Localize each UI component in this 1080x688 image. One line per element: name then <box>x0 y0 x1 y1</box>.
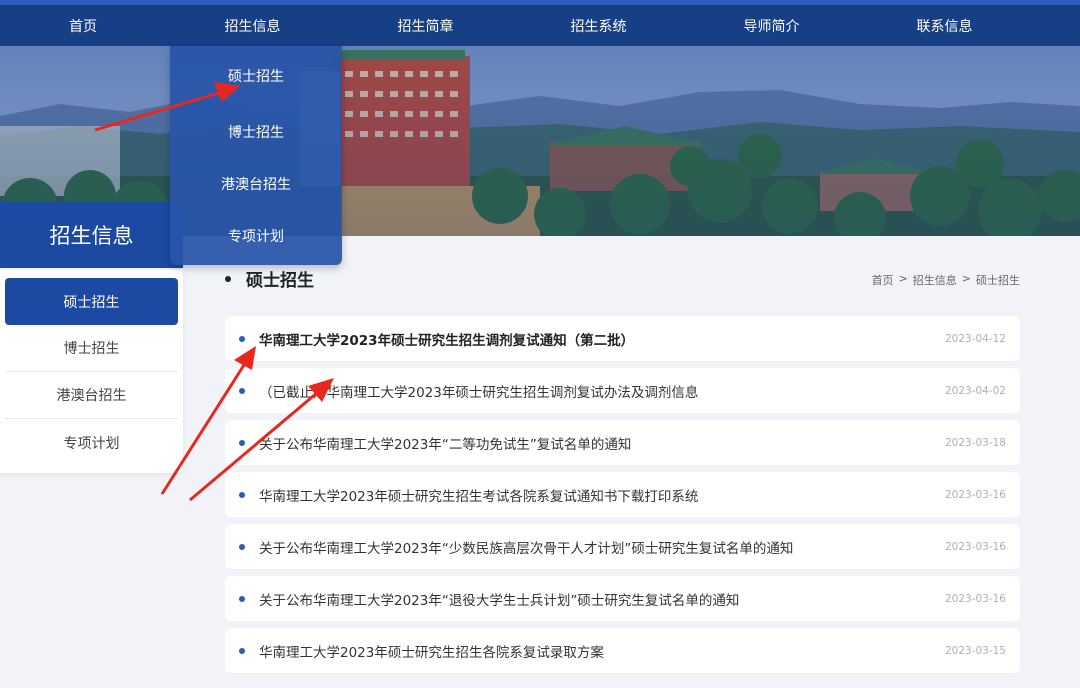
news-item[interactable]: 关于公布华南理工大学2023年“退役大学生士兵计划”硕士研究生复试名单的通知 2… <box>225 576 1020 621</box>
admission-info-dropdown: 硕士招生 博士招生 港澳台招生 专项计划 <box>170 46 342 265</box>
news-title[interactable]: 华南理工大学2023年硕士研究生招生各院系复试录取方案 <box>259 641 945 661</box>
news-item[interactable]: （已截止）华南理工大学2023年硕士研究生招生调剂复试办法及调剂信息 2023-… <box>225 368 1020 413</box>
news-title[interactable]: 华南理工大学2023年硕士研究生招生考试各院系复试通知书下载打印系统 <box>259 485 945 505</box>
news-date: 2023-03-16 <box>944 488 1006 501</box>
sidebar-item-special-program[interactable]: 专项计划 <box>5 419 178 466</box>
news-item[interactable]: 华南理工大学2023年硕士研究生招生调剂复试通知（第二批） 2023-04-12 <box>225 316 1020 361</box>
nav-admission-info[interactable]: 招生信息 <box>166 5 339 46</box>
breadcrumb-current: 硕士招生 <box>976 274 1020 287</box>
news-title[interactable]: 关于公布华南理工大学2023年“少数民族高层次骨干人才计划”硕士研究生复试名单的… <box>259 537 945 557</box>
breadcrumb-separator: > <box>898 272 908 285</box>
bullet-icon <box>239 335 245 342</box>
section-title-text: 硕士招生 <box>246 271 314 291</box>
bullet-icon <box>239 439 245 446</box>
breadcrumb-home[interactable]: 首页 <box>872 272 894 288</box>
sidebar-menu: 硕士招生 博士招生 港澳台招生 专项计划 <box>0 270 183 473</box>
news-list: 华南理工大学2023年硕士研究生招生调剂复试通知（第二批） 2023-04-12… <box>225 316 1020 680</box>
breadcrumb-separator: > <box>961 272 971 285</box>
news-item[interactable]: 关于公布华南理工大学2023年“二等功免试生”复试名单的通知 2023-03-1… <box>225 420 1020 465</box>
news-date: 2023-04-02 <box>944 384 1006 397</box>
news-title[interactable]: （已截止）华南理工大学2023年硕士研究生招生调剂复试办法及调剂信息 <box>259 381 945 401</box>
news-title[interactable]: 关于公布华南理工大学2023年“退役大学生士兵计划”硕士研究生复试名单的通知 <box>259 589 945 609</box>
nav-supervisors[interactable]: 导师简介 <box>685 5 858 46</box>
dropdown-item-doctoral[interactable]: 博士招生 <box>170 106 342 158</box>
news-date: 2023-03-16 <box>944 592 1006 605</box>
dropdown-item-special-program[interactable]: 专项计划 <box>170 210 342 262</box>
nav-admission-brochure[interactable]: 招生简章 <box>339 5 512 46</box>
breadcrumb: 首页 > 招生信息 > 硕士招生 <box>872 272 1020 288</box>
nav-contact[interactable]: 联系信息 <box>858 5 1031 46</box>
dropdown-item-masters[interactable]: 硕士招生 <box>170 46 342 106</box>
sidebar-item-hk-macao-taiwan[interactable]: 港澳台招生 <box>5 372 178 419</box>
bullet-icon <box>239 491 245 498</box>
sidebar-title: 招生信息 <box>0 202 183 268</box>
sidebar-item-masters[interactable]: 硕士招生 <box>5 278 178 325</box>
bullet-icon <box>239 387 245 394</box>
bullet-icon <box>239 647 245 654</box>
news-title[interactable]: 华南理工大学2023年硕士研究生招生调剂复试通知（第二批） <box>259 329 945 349</box>
news-item[interactable]: 华南理工大学2023年硕士研究生招生考试各院系复试通知书下载打印系统 2023-… <box>225 472 1020 517</box>
main-nav: 首页 招生信息 招生简章 招生系统 导师简介 联系信息 <box>0 5 1080 46</box>
breadcrumb-admission-info[interactable]: 招生信息 <box>913 272 957 288</box>
news-item[interactable]: 华南理工大学2023年硕士研究生招生各院系复试录取方案 2023-03-15 <box>225 628 1020 673</box>
news-date: 2023-04-12 <box>944 332 1006 345</box>
news-date: 2023-03-18 <box>944 436 1006 449</box>
nav-home[interactable]: 首页 <box>0 5 166 46</box>
news-item[interactable]: 关于公布华南理工大学2023年“少数民族高层次骨干人才计划”硕士研究生复试名单的… <box>225 524 1020 569</box>
nav-admission-system[interactable]: 招生系统 <box>512 5 685 46</box>
news-title[interactable]: 关于公布华南理工大学2023年“二等功免试生”复试名单的通知 <box>259 433 945 453</box>
news-date: 2023-03-16 <box>944 540 1006 553</box>
bullet-icon <box>239 543 245 550</box>
dropdown-item-hk-macao-taiwan[interactable]: 港澳台招生 <box>170 158 342 210</box>
bullet-icon <box>239 595 245 602</box>
section-bullet-icon <box>225 275 231 282</box>
section-title: 硕士招生 <box>225 266 314 291</box>
sidebar-item-doctoral[interactable]: 博士招生 <box>5 325 178 372</box>
news-date: 2023-03-15 <box>944 644 1006 657</box>
